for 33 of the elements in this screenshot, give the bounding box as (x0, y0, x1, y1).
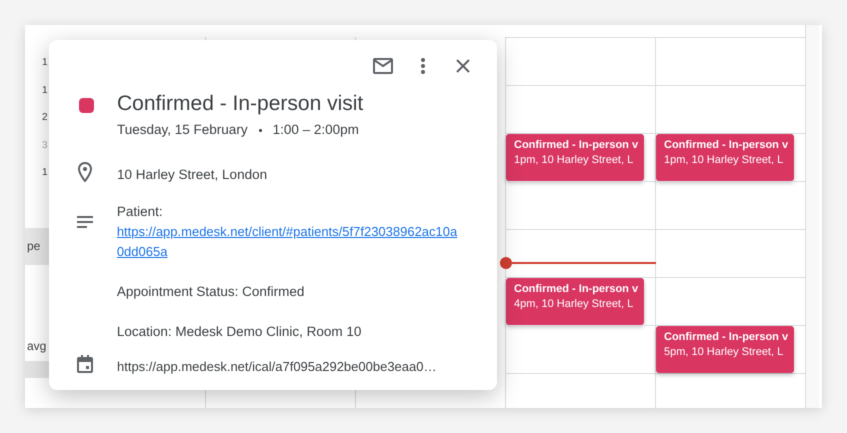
day-number[interactable]: 1 (42, 83, 48, 98)
calendar-event[interactable]: Confirmed - In-person v 4pm, 10 Harley Street, L (506, 278, 644, 325)
description-line: Appointment Status: Confirmed (116, 283, 306, 302)
more-icon (421, 58, 425, 74)
event-details: 1pm, 10 Harley Street, L (664, 153, 784, 168)
day-number[interactable]: 1 (42, 55, 48, 70)
envelope-icon (373, 58, 393, 74)
event-title: Confirmed - In-person v (664, 330, 786, 345)
event-title: Confirmed - In-person v (514, 138, 636, 153)
label-fragment: pe (27, 238, 40, 255)
calendar-event[interactable]: Confirmed - In-person v 5pm, 10 Harley Street, L (656, 326, 794, 373)
event-title: Confirmed - In-person visit (117, 91, 364, 117)
calendar-link[interactable]: https://app.medesk.net/ical/a7f095a292be00be3eaa0… (117, 357, 436, 376)
event-date: Tuesday, 15 February (117, 121, 248, 139)
event-title: Confirmed - In-person v (514, 282, 636, 297)
close-icon (456, 59, 470, 73)
event-time: 1:00 – 2:00pm (272, 121, 359, 139)
event-details: 4pm, 10 Harley Street, L (514, 297, 634, 312)
day-number[interactable]: 1 (42, 165, 48, 180)
side-panel-highlight (25, 228, 49, 265)
side-panel-bar (25, 361, 49, 378)
description-line: Location: Medesk Demo Clinic, Room 10 (116, 323, 362, 342)
label-fragment: avg (27, 338, 46, 355)
event-details: 5pm, 10 Harley Street, L (664, 345, 784, 360)
event-location: 10 Harley Street, London (117, 166, 268, 184)
day-number[interactable]: 3 (42, 138, 48, 153)
event-details: 1pm, 10 Harley Street, L (514, 153, 634, 168)
description-label: Patient: (116, 203, 164, 222)
calendar-event[interactable]: Confirmed - In-person v 1pm, 10 Harley Street, L (656, 134, 794, 181)
event-title: Confirmed - In-person v (664, 138, 786, 153)
day-number[interactable]: 2 (42, 110, 48, 125)
patient-link[interactable]: https://app.medesk.net/client/#patients/5f7f23038962ac10a0dd065a (116, 222, 462, 262)
calendar-event[interactable]: Confirmed - In-person v 1pm, 10 Harley Street, L (506, 134, 644, 181)
